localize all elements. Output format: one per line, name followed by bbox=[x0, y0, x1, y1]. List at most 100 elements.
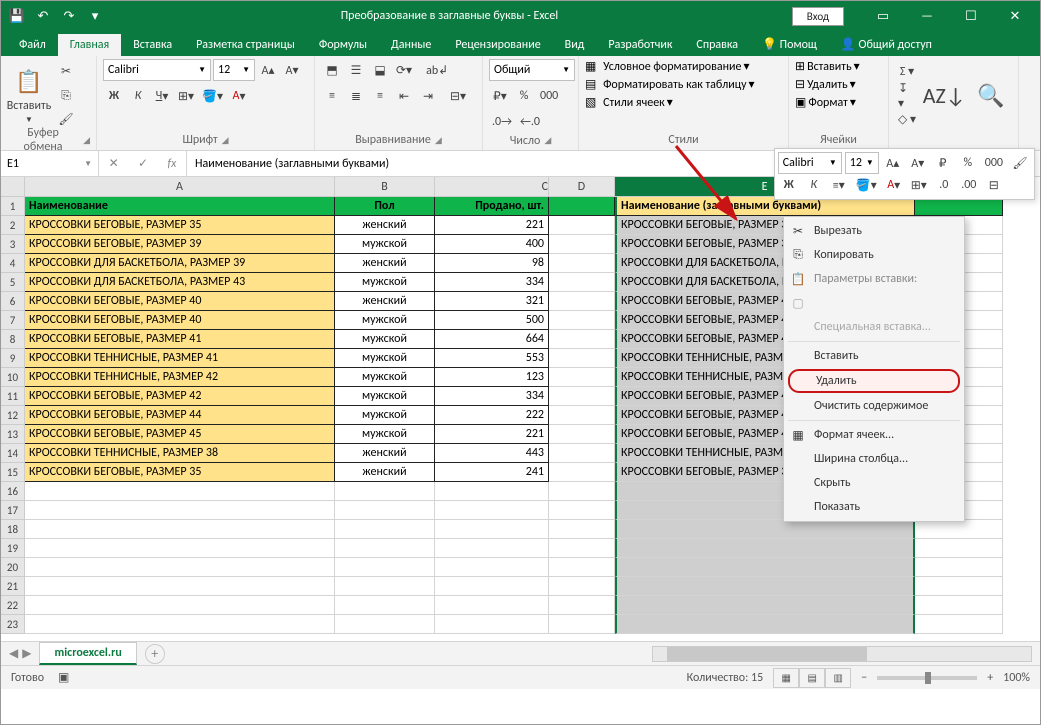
row-header-14[interactable]: 14 bbox=[1, 444, 25, 463]
row-header-19[interactable]: 19 bbox=[1, 539, 25, 558]
percent-format[interactable]: % bbox=[513, 85, 535, 107]
cell[interactable] bbox=[25, 501, 335, 520]
cell[interactable] bbox=[335, 482, 435, 501]
zoom-level[interactable]: 100% bbox=[1003, 671, 1030, 685]
cell[interactable] bbox=[915, 539, 1003, 558]
tab-review[interactable]: Рецензирование bbox=[443, 34, 552, 56]
cell[interactable]: КРОССОВКИ БЕГОВЫЕ, РАЗМЕР 35 bbox=[25, 216, 335, 235]
paste-button[interactable]: 📋 Вставить ▼ bbox=[7, 67, 51, 125]
cell[interactable] bbox=[549, 216, 615, 235]
cell[interactable] bbox=[549, 444, 615, 463]
ctx-cut[interactable]: ✂Вырезать bbox=[784, 219, 964, 243]
row-header-16[interactable]: 16 bbox=[1, 482, 25, 501]
cell[interactable] bbox=[25, 520, 335, 539]
tab-developer[interactable]: Разработчик bbox=[596, 34, 684, 56]
qat-customize[interactable]: ▾ bbox=[83, 5, 107, 27]
cell[interactable] bbox=[549, 558, 615, 577]
cell[interactable] bbox=[549, 615, 615, 634]
cell[interactable]: КРОССОВКИ ТЕННИСНЫЕ, РАЗМЕР 41 bbox=[25, 349, 335, 368]
cell[interactable] bbox=[549, 349, 615, 368]
row-header-13[interactable]: 13 bbox=[1, 425, 25, 444]
view-page-break[interactable]: ▥ bbox=[825, 668, 851, 688]
cell[interactable]: КРОССОВКИ БЕГОВЫЕ, РАЗМЕР 35 bbox=[25, 463, 335, 482]
mini-percent[interactable]: % bbox=[957, 152, 979, 174]
mini-decrease-font[interactable]: A▾ bbox=[907, 152, 929, 174]
cell[interactable] bbox=[549, 197, 615, 216]
cell[interactable] bbox=[549, 311, 615, 330]
cell[interactable] bbox=[615, 577, 915, 596]
cell[interactable] bbox=[435, 596, 549, 615]
row-header-23[interactable]: 23 bbox=[1, 615, 25, 634]
cell[interactable] bbox=[335, 520, 435, 539]
font-color-button[interactable]: A▾ bbox=[228, 85, 250, 107]
row-header-3[interactable]: 3 bbox=[1, 235, 25, 254]
cell[interactable]: 98 bbox=[435, 254, 549, 273]
redo-button[interactable]: ↷ bbox=[57, 5, 81, 27]
copy-button[interactable]: ⎘ bbox=[55, 85, 77, 107]
cell[interactable]: Наименование bbox=[25, 197, 335, 216]
cell[interactable] bbox=[435, 539, 549, 558]
cell[interactable] bbox=[25, 539, 335, 558]
tab-view[interactable]: Вид bbox=[553, 34, 597, 56]
name-box[interactable]: E1▼ bbox=[1, 151, 99, 176]
borders-button[interactable]: ⊞▾ bbox=[175, 85, 197, 107]
cell[interactable] bbox=[615, 596, 915, 615]
sheet-nav-prev[interactable]: ◀ bbox=[9, 646, 18, 661]
ctx-column-width[interactable]: Ширина столбца... bbox=[784, 447, 964, 471]
insert-cells-button[interactable]: ⊞ Вставить ▾ bbox=[795, 59, 860, 74]
cell[interactable]: КРОССОВКИ БЕГОВЫЕ, РАЗМЕР 44 bbox=[25, 406, 335, 425]
cell[interactable]: мужской bbox=[335, 273, 435, 292]
cell[interactable] bbox=[549, 482, 615, 501]
col-header-C[interactable]: C bbox=[435, 177, 549, 197]
cell[interactable]: 334 bbox=[435, 273, 549, 292]
cell[interactable]: КРОССОВКИ БЕГОВЫЕ, РАЗМЕР 40 bbox=[25, 292, 335, 311]
row-header-9[interactable]: 9 bbox=[1, 349, 25, 368]
fill-color-button[interactable]: 🪣▾ bbox=[199, 85, 226, 107]
cell[interactable] bbox=[435, 577, 549, 596]
cell[interactable]: женский bbox=[335, 292, 435, 311]
cell[interactable] bbox=[549, 273, 615, 292]
row-header-11[interactable]: 11 bbox=[1, 387, 25, 406]
mini-merge[interactable]: ⊟ bbox=[983, 174, 1005, 196]
clear-button[interactable]: ◇ ▾ bbox=[895, 109, 919, 131]
row-header-1[interactable]: 1 bbox=[1, 197, 25, 216]
cell[interactable]: КРОССОВКИ БЕГОВЫЕ, РАЗМЕР 40 bbox=[25, 311, 335, 330]
cell[interactable] bbox=[915, 577, 1003, 596]
mini-font-select[interactable]: Calibri▼ bbox=[778, 152, 842, 174]
increase-indent[interactable]: ⇥ bbox=[417, 85, 439, 107]
wrap-text-button[interactable]: ab↲ bbox=[423, 59, 451, 81]
font-name-select[interactable]: Calibri▼ bbox=[103, 59, 211, 81]
underline-button[interactable]: Ч▾ bbox=[151, 85, 173, 107]
col-header-B[interactable]: B bbox=[335, 177, 435, 197]
cell[interactable]: женский bbox=[335, 216, 435, 235]
orientation-button[interactable]: ⟳▾ bbox=[393, 59, 415, 81]
cell[interactable]: КРОССОВКИ БЕГОВЫЕ, РАЗМЕР 45 bbox=[25, 425, 335, 444]
row-header-18[interactable]: 18 bbox=[1, 520, 25, 539]
row-header-20[interactable]: 20 bbox=[1, 558, 25, 577]
cell[interactable]: 664 bbox=[435, 330, 549, 349]
cell[interactable] bbox=[25, 596, 335, 615]
cell[interactable]: мужской bbox=[335, 311, 435, 330]
cell[interactable] bbox=[435, 558, 549, 577]
cell[interactable] bbox=[549, 254, 615, 273]
cell[interactable]: 334 bbox=[435, 387, 549, 406]
cell[interactable]: Продано, шт. bbox=[435, 197, 549, 216]
cell[interactable] bbox=[435, 520, 549, 539]
cell[interactable] bbox=[549, 406, 615, 425]
row-header-21[interactable]: 21 bbox=[1, 577, 25, 596]
fill-button[interactable]: ↧ ▾ bbox=[895, 85, 919, 107]
cell[interactable] bbox=[615, 558, 915, 577]
find-select-button[interactable]: 🔍 bbox=[969, 81, 1012, 111]
tab-data[interactable]: Данные bbox=[379, 34, 443, 56]
macro-recorder-icon[interactable]: ▣ bbox=[58, 670, 69, 685]
cell[interactable]: мужской bbox=[335, 368, 435, 387]
align-right[interactable]: ≡ bbox=[369, 85, 391, 107]
cell[interactable] bbox=[915, 520, 1003, 539]
account-login-button[interactable]: Вход bbox=[792, 7, 844, 26]
cell[interactable] bbox=[549, 596, 615, 615]
italic-button[interactable]: К bbox=[127, 85, 149, 107]
cell[interactable] bbox=[615, 615, 915, 634]
cell[interactable]: мужской bbox=[335, 235, 435, 254]
zoom-in[interactable]: + bbox=[987, 671, 993, 685]
row-header-15[interactable]: 15 bbox=[1, 463, 25, 482]
